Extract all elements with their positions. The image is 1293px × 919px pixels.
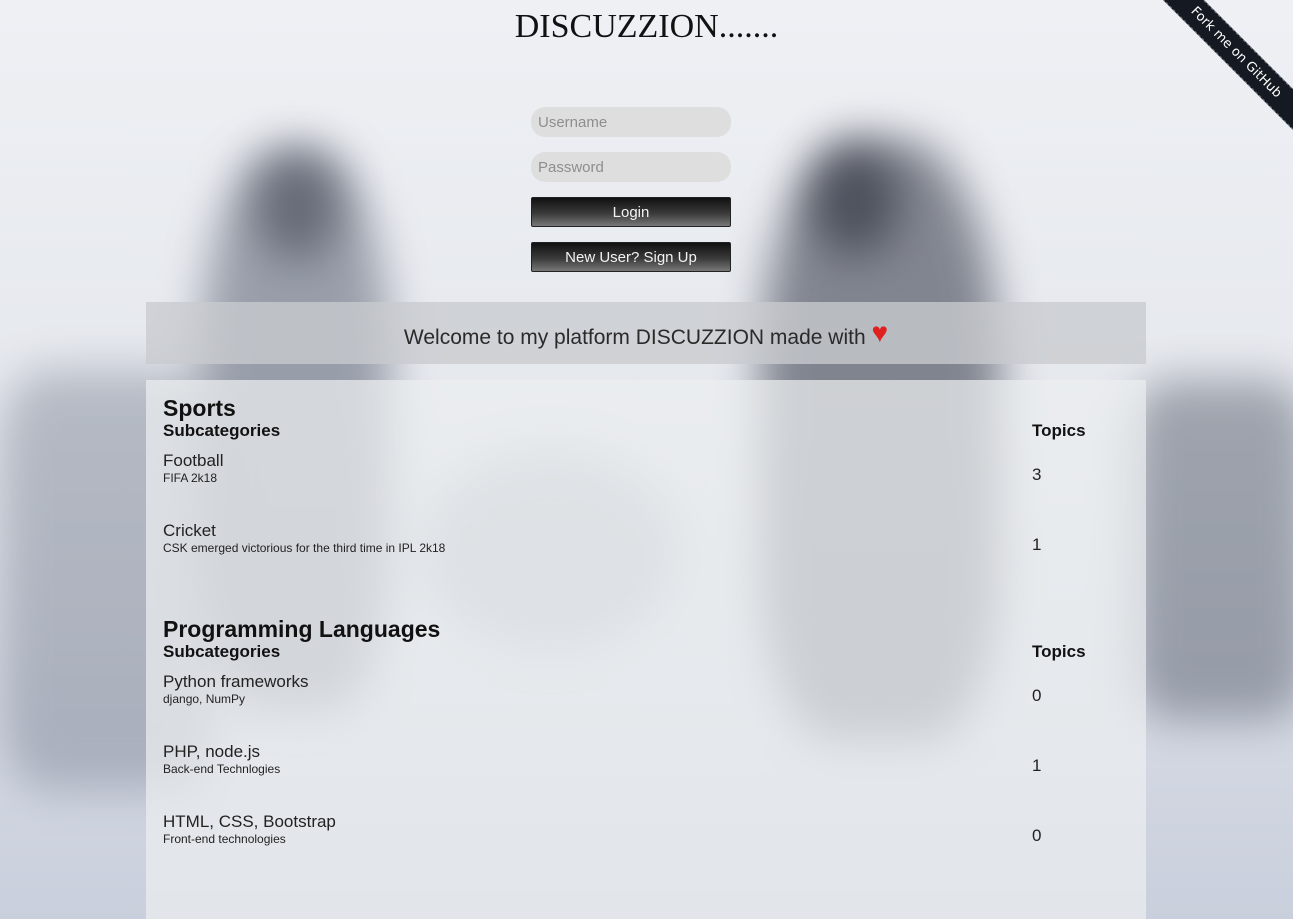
signup-button[interactable]: New User? Sign Up	[531, 242, 731, 272]
category-title: Sports	[163, 395, 236, 421]
subcategory-row: PHP, node.js Back-end Technlogies 1	[163, 734, 1123, 804]
category-programming-languages: Programming Languages Subcategories Topi…	[163, 616, 1123, 874]
subcategory-description: CSK emerged victorious for the third tim…	[163, 541, 446, 555]
category-title: Programming Languages	[163, 616, 441, 642]
subcategory-description: Back-end Technlogies	[163, 762, 281, 776]
subcategory-description: FIFA 2k18	[163, 471, 218, 485]
subcategory-link[interactable]: Football	[163, 451, 223, 471]
forum-board: Sports Subcategories Topics Football FIF…	[146, 380, 1146, 919]
subcategories-header: Subcategories	[163, 421, 281, 440]
category-header-row: Subcategories Topics	[163, 642, 1123, 664]
subcategory-link[interactable]: HTML, CSS, Bootstrap	[163, 812, 336, 832]
topics-header: Topics	[1032, 421, 1086, 440]
subcategory-row: Football FIFA 2k18 3	[163, 443, 1123, 513]
topics-header: Topics	[1032, 642, 1086, 661]
github-ribbon-label[interactable]: Fork me on GitHub	[1158, 0, 1293, 130]
subcategory-description: Front-end technologies	[163, 832, 286, 846]
topic-count: 1	[1032, 535, 1042, 554]
login-form: Login New User? Sign Up	[531, 107, 731, 287]
github-ribbon[interactable]: Fork me on GitHub	[1158, 0, 1293, 135]
topic-count: 1	[1032, 756, 1042, 775]
category-header-row: Subcategories Topics	[163, 421, 1123, 443]
site-title: DISCUZZION.......	[514, 8, 779, 45]
subcategory-link[interactable]: PHP, node.js	[163, 742, 260, 762]
topic-count: 0	[1032, 826, 1042, 845]
subcategory-row: HTML, CSS, Bootstrap Front-end technolog…	[163, 804, 1123, 874]
category-sports: Sports Subcategories Topics Football FIF…	[163, 395, 1123, 583]
heart-icon: ♥	[871, 317, 889, 348]
subcategory-link[interactable]: Python frameworks	[163, 672, 309, 692]
password-input[interactable]	[531, 152, 731, 182]
subcategory-row: Python frameworks django, NumPy 0	[163, 664, 1123, 734]
subcategory-link[interactable]: Cricket	[163, 521, 216, 541]
subcategories-header: Subcategories	[163, 642, 281, 661]
welcome-banner: Welcome to my platform DISCUZZION made w…	[146, 302, 1146, 364]
topic-count: 0	[1032, 686, 1042, 705]
username-input[interactable]	[531, 107, 731, 137]
subcategory-description: django, NumPy	[163, 692, 246, 706]
topic-count: 3	[1032, 465, 1042, 484]
welcome-text: Welcome to my platform DISCUZZION made w…	[403, 326, 866, 349]
login-button[interactable]: Login	[531, 197, 731, 227]
subcategory-row: Cricket CSK emerged victorious for the t…	[163, 513, 1123, 583]
